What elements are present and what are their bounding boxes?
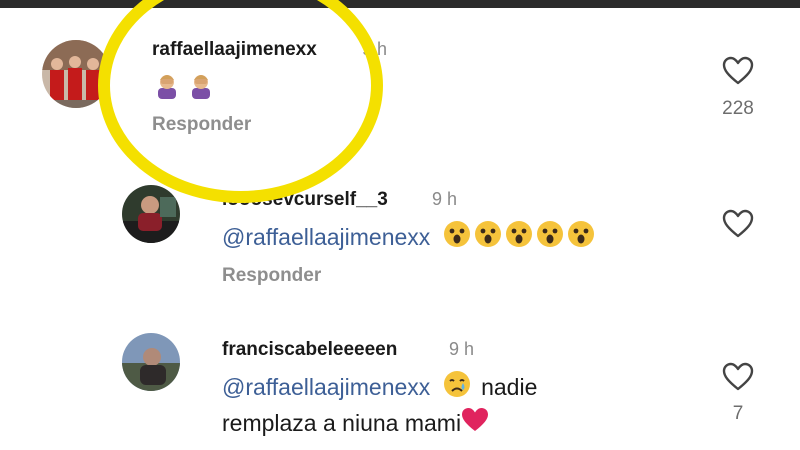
comment-text-line1: nadie — [481, 374, 538, 400]
reply-button[interactable]: Responder — [222, 265, 321, 287]
astonished-emoji — [567, 220, 595, 257]
crying-emoji — [443, 370, 471, 407]
avatar[interactable] — [122, 185, 180, 243]
heart-outline-icon[interactable] — [722, 362, 754, 397]
comment-text: @raffaellaajimenexx — [222, 220, 595, 257]
comment-time: 9 h — [432, 189, 458, 209]
mention-link[interactable]: @raffaellaajimenexx — [222, 224, 430, 250]
comment-text: @raffaellaajimenexx nadie — [222, 370, 537, 407]
highlight-circle — [98, 0, 383, 203]
red-heart-emoji — [461, 407, 489, 442]
comment-text-line2: remplaza a niuna mami — [222, 410, 462, 436]
avatar[interactable] — [122, 333, 180, 391]
astonished-emoji — [536, 220, 564, 257]
heart-outline-icon[interactable] — [722, 56, 754, 91]
top-bar — [0, 0, 800, 8]
astonished-emoji — [505, 220, 533, 257]
astonished-emoji — [474, 220, 502, 257]
comment-text-line2-wrap: remplaza a niuna mami — [222, 406, 489, 442]
comment-username[interactable]: franciscabeleeeeen — [222, 339, 397, 361]
astonished-emoji — [443, 220, 471, 257]
comment-time: 9 h — [449, 339, 475, 359]
like-count: 228 — [722, 98, 754, 119]
like-count: 7 — [732, 403, 744, 424]
heart-outline-icon[interactable] — [722, 209, 754, 244]
mention-link[interactable]: @raffaellaajimenexx — [222, 374, 430, 400]
